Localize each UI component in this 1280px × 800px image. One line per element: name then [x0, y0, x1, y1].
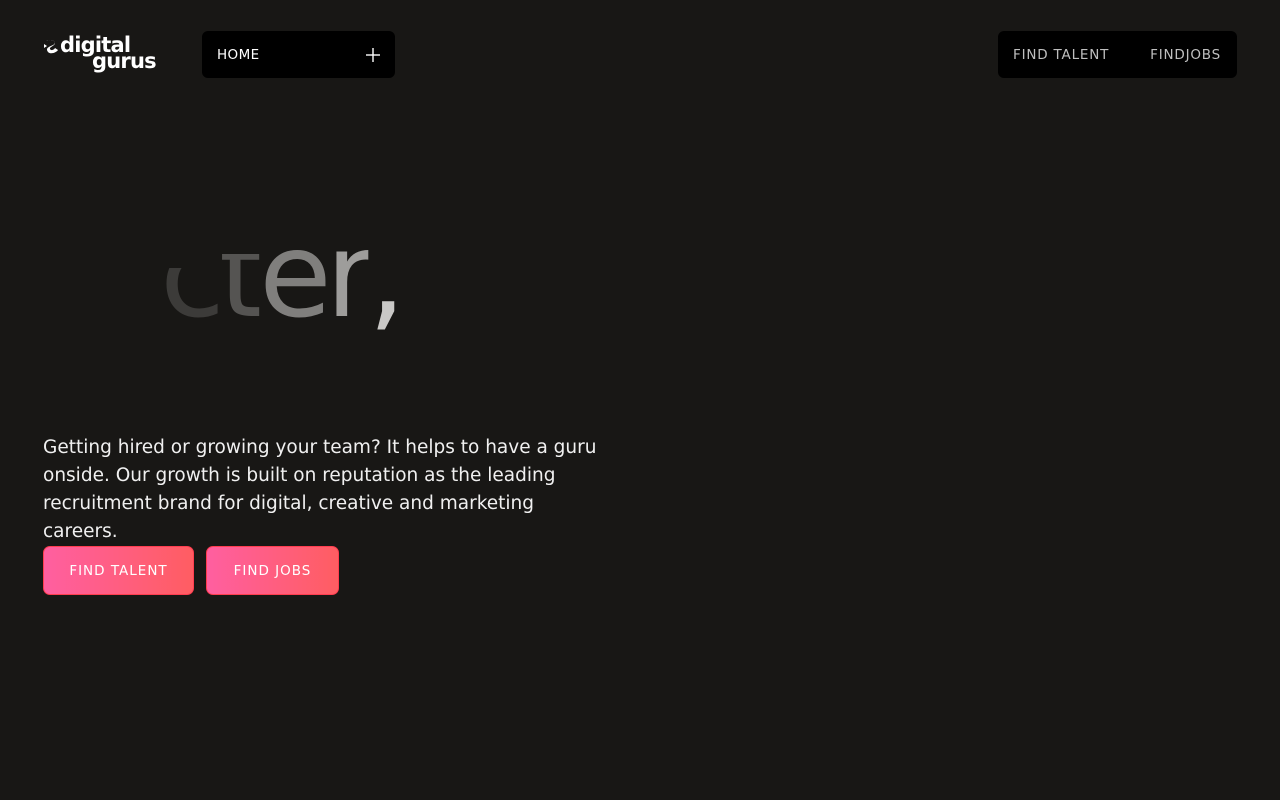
page: digital gurus HOME FIND TALENT FINDJOBS …	[0, 0, 1280, 800]
hero-word-char: ,	[368, 206, 405, 344]
nav-find-jobs-link[interactable]: FINDJOBS	[1150, 47, 1221, 63]
hero-word-char: c	[160, 206, 219, 344]
plus-icon[interactable]	[365, 47, 381, 63]
hero-word-char: e	[259, 206, 326, 344]
hero-description: Getting hired or growing your team? It h…	[43, 437, 597, 542]
nav-find-talent-link[interactable]: FIND TALENT	[1013, 47, 1109, 63]
home-menu-toggle[interactable]: HOME	[202, 31, 395, 78]
digital-gurus-logo[interactable]: digital gurus	[43, 33, 157, 73]
hero-animated-word: cter,	[160, 205, 420, 370]
find-talent-button[interactable]: FIND TALENT	[43, 546, 194, 595]
find-jobs-button[interactable]: FIND JOBS	[206, 546, 339, 595]
dg-swirl-mark-icon	[44, 39, 58, 54]
hero-word-char: r	[325, 206, 369, 344]
top-nav-links: FIND TALENT FINDJOBS	[998, 31, 1237, 78]
home-menu-label: HOME	[217, 46, 260, 63]
logo-text-gurus: gurus	[92, 49, 157, 73]
hero-word-char: t	[218, 206, 260, 344]
